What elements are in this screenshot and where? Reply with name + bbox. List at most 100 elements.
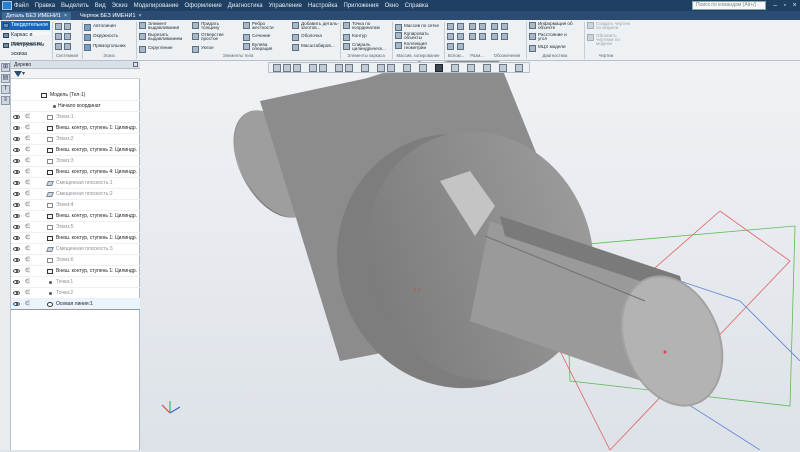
mode-solid-modeling[interactable]: Твердотельное моделирование — [1, 21, 50, 37]
selection-icon[interactable] — [451, 64, 459, 72]
mass-properties-button[interactable]: МЦХ модели — [529, 44, 566, 53]
scale-button[interactable]: Масштабиров... — [292, 43, 335, 52]
shell-button[interactable]: Оболочка — [292, 33, 322, 42]
relation-icon[interactable]: ∈ — [25, 268, 30, 275]
tree-item[interactable]: ∈ Эскиз:2 — [11, 134, 140, 145]
tree-item[interactable]: ∈ Внеш. контур, ступень 4: Цилиндр. — [11, 167, 140, 178]
visibility-eye-icon[interactable] — [13, 291, 20, 295]
relation-icon[interactable]: ∈ — [25, 191, 30, 198]
settings-icon[interactable] — [499, 64, 507, 72]
base-icon[interactable] — [501, 23, 508, 30]
command-search-input[interactable]: Поиск по командам (Alt+/) — [692, 1, 766, 10]
leader-icon[interactable] — [501, 33, 508, 40]
redo-icon[interactable] — [64, 43, 71, 50]
menu-settings[interactable]: Настройка — [308, 3, 338, 9]
close-icon[interactable]: × — [793, 2, 797, 9]
mode-wireframe-surfaces[interactable]: Каркас и поверхности — [1, 31, 50, 47]
aux-point-icon[interactable] — [447, 33, 454, 40]
relation-icon[interactable]: ∈ — [25, 301, 30, 308]
menu-select[interactable]: Выделить — [61, 3, 89, 9]
relation-icon[interactable]: ∈ — [25, 213, 30, 220]
add-blank-button[interactable]: Добавить деталь-заготов... — [292, 21, 343, 30]
tree-item[interactable]: ∈ Смещенная плоскость:3 — [11, 244, 140, 255]
tree-item[interactable]: ∈ Внеш. контур, ступень 1: Цилиндр. — [11, 123, 140, 134]
tree-item[interactable]: ∈ Точка:2 — [11, 288, 140, 299]
menu-sketch[interactable]: Эскиз — [112, 3, 128, 9]
autoline-button[interactable]: Автолиния — [84, 23, 116, 32]
visibility-eye-icon[interactable] — [13, 137, 20, 141]
rotate-icon[interactable] — [309, 64, 317, 72]
visibility-eye-icon[interactable] — [13, 148, 20, 152]
menu-diagnostics[interactable]: Диагностика — [228, 3, 263, 9]
tree-item[interactable]: ∈ Точка:1 — [11, 277, 140, 288]
tree-item[interactable]: ∈ Эскиз:6 — [11, 255, 140, 266]
menu-view[interactable]: Вид — [95, 3, 106, 9]
show-axes-icon[interactable] — [387, 64, 395, 72]
view-orientation-icon[interactable] — [319, 64, 327, 72]
visibility-eye-icon[interactable] — [13, 159, 20, 163]
circle-button[interactable]: Окружность — [84, 33, 118, 42]
render-mode-icon[interactable] — [345, 64, 353, 72]
create-drawing-button[interactable]: Создать чертеж по модели — [587, 21, 630, 30]
visibility-eye-icon[interactable] — [13, 280, 20, 284]
tree-item[interactable]: ∈ Внеш. контур, ступень 1: Цилиндр. — [11, 211, 140, 222]
new-icon[interactable] — [55, 23, 62, 30]
tree-item[interactable]: ∈ Осевая линия:1 — [11, 299, 140, 310]
relation-icon[interactable]: ∈ — [25, 279, 30, 286]
menu-manage[interactable]: Управление — [269, 3, 302, 9]
lcs-icon[interactable] — [467, 64, 475, 72]
tab-drawing[interactable]: Чертеж БЕЗ ИМЕНИ1 × — [76, 12, 146, 20]
undo-icon[interactable] — [55, 43, 62, 50]
chevron-down-icon[interactable]: ▾ — [22, 70, 25, 77]
visibility-eye-icon[interactable] — [13, 269, 20, 273]
tree-view-icon[interactable]: ⊞ — [1, 63, 10, 72]
visibility-eye-icon[interactable] — [13, 203, 20, 207]
relation-icon[interactable]: ∈ — [25, 125, 30, 132]
aux-axis-icon[interactable] — [457, 23, 464, 30]
relation-icon[interactable]: ∈ — [25, 147, 30, 154]
zoom-icon[interactable] — [283, 64, 291, 72]
visibility-eye-icon[interactable] — [13, 302, 20, 306]
zoom-fit-icon[interactable] — [273, 64, 281, 72]
update-drawings-button[interactable]: Обновить чертежи по модели — [587, 33, 630, 46]
radius-dimension-icon[interactable] — [469, 33, 476, 40]
tree-item[interactable]: ∈ Эскиз:1 — [11, 112, 140, 123]
relation-icon[interactable]: ∈ — [25, 114, 30, 121]
aux-curve-icon[interactable] — [457, 43, 464, 50]
section-view-icon[interactable] — [361, 64, 369, 72]
roughness-icon[interactable] — [491, 23, 498, 30]
extrude-button[interactable]: Элемент выдавливания — [139, 21, 184, 30]
visibility-eye-icon[interactable] — [13, 192, 20, 196]
tree-item[interactable]: ∈ Эскиз:3 — [11, 156, 140, 167]
relation-icon[interactable]: ∈ — [25, 136, 30, 143]
snap-icon[interactable] — [419, 64, 427, 72]
visibility-eye-icon[interactable] — [13, 247, 20, 251]
open-icon[interactable] — [64, 23, 71, 30]
shading-icon[interactable] — [335, 64, 343, 72]
display-icon[interactable] — [483, 64, 491, 72]
visibility-eye-icon[interactable] — [13, 181, 20, 185]
menu-formatting[interactable]: Оформление — [185, 3, 222, 9]
point-by-coords-button[interactable]: Точка по координатам — [343, 21, 386, 30]
filter-view-icon[interactable] — [435, 64, 443, 72]
tree-item[interactable]: ∈ Эскиз:5 — [11, 222, 140, 233]
visibility-eye-icon[interactable] — [13, 236, 20, 240]
tree-item[interactable]: Начало координат — [11, 101, 140, 112]
section-button[interactable]: Сечение — [243, 33, 270, 42]
visibility-eye-icon[interactable] — [13, 258, 20, 262]
properties-icon[interactable] — [64, 33, 71, 40]
distance-angle-button[interactable]: Расстояние и угол — [529, 32, 572, 41]
rib-button[interactable]: Ребро жесткости — [243, 21, 282, 30]
tree-item[interactable]: ∈ Смещенная плоскость:1 — [11, 178, 140, 189]
relation-icon[interactable]: ∈ — [25, 235, 30, 242]
tree-item[interactable]: ∈ Смещенная плоскость:2 — [11, 189, 140, 200]
pan-icon[interactable] — [293, 64, 301, 72]
relation-icon[interactable]: ∈ — [25, 169, 30, 176]
angle-dimension-icon[interactable] — [479, 23, 486, 30]
relation-icon[interactable]: ∈ — [25, 202, 30, 209]
variables-icon[interactable]: f — [1, 85, 10, 94]
pin-icon[interactable] — [133, 62, 138, 67]
dimension-icon[interactable] — [469, 23, 476, 30]
menu-modeling[interactable]: Моделирование — [134, 3, 179, 9]
tolerance-icon[interactable] — [491, 33, 498, 40]
